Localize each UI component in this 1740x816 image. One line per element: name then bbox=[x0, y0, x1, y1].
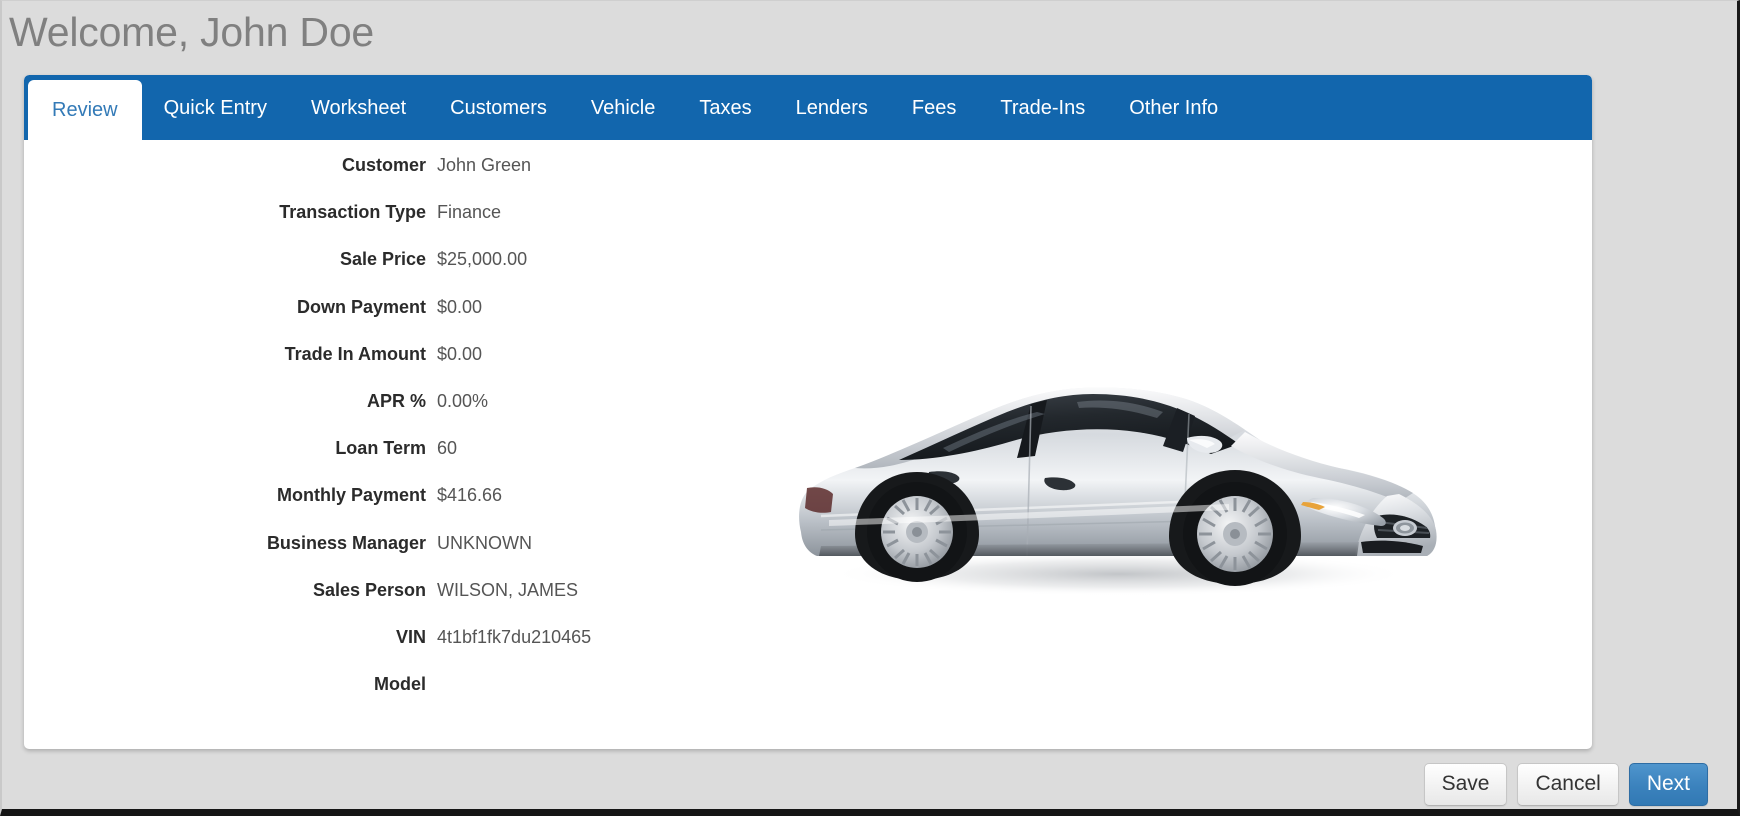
detail-label: Trade In Amount bbox=[284, 343, 426, 364]
detail-value: 4t1bf1fk7du210465 bbox=[437, 626, 592, 647]
review-detail-list: Customer John Green Transaction Type Financ… bbox=[24, 140, 1592, 706]
cancel-button[interactable]: Cancel bbox=[1517, 763, 1619, 806]
detail-row: Customer John Green bbox=[24, 140, 1592, 187]
detail-label: Sales Person bbox=[312, 579, 426, 600]
detail-value: 0.00% bbox=[437, 390, 489, 411]
detail-value: $0.00 bbox=[437, 343, 483, 364]
detail-value: UNKNOWN bbox=[437, 532, 532, 553]
detail-label: Down Payment bbox=[296, 296, 426, 317]
tab-customers[interactable]: Customers bbox=[428, 75, 569, 140]
tab-fees[interactable]: Fees bbox=[890, 75, 978, 140]
tab-quick-entry[interactable]: Quick Entry bbox=[142, 75, 289, 140]
detail-row: VIN 4t1bf1fk7du210465 bbox=[24, 612, 1592, 659]
tab-taxes[interactable]: Taxes bbox=[677, 75, 773, 140]
detail-row: Trade In Amount $0.00 bbox=[24, 329, 1592, 376]
footer-button-bar: Save Cancel Next bbox=[1423, 763, 1708, 806]
application-window: Welcome, John Doe Review Quick Entry Works… bbox=[0, 0, 1740, 816]
detail-value: $25,000.00 bbox=[437, 249, 528, 270]
tab-worksheet[interactable]: Worksheet bbox=[289, 75, 428, 140]
next-button[interactable]: Next bbox=[1628, 763, 1708, 806]
detail-row: Business Manager UNKNOWN bbox=[24, 518, 1592, 565]
detail-label: Business Manager bbox=[266, 532, 426, 553]
detail-row: Sales Person WILSON, JAMES bbox=[24, 565, 1592, 612]
detail-value: $416.66 bbox=[437, 485, 503, 506]
detail-value: Finance bbox=[437, 202, 502, 223]
tab-lenders[interactable]: Lenders bbox=[774, 75, 890, 140]
detail-label: APR % bbox=[366, 390, 426, 411]
detail-label: Monthly Payment bbox=[276, 485, 426, 506]
detail-label: Customer bbox=[341, 155, 426, 175]
tab-trade-ins[interactable]: Trade-Ins bbox=[978, 75, 1107, 140]
tab-other-info[interactable]: Other Info bbox=[1107, 75, 1240, 140]
detail-value bbox=[426, 659, 437, 673]
detail-row: Sale Price $25,000.00 bbox=[24, 234, 1592, 281]
detail-row: Monthly Payment $416.66 bbox=[24, 470, 1592, 517]
page-title: Welcome, John Doe bbox=[9, 9, 375, 55]
detail-row: Transaction Type Finance bbox=[24, 187, 1592, 234]
detail-value: $0.00 bbox=[437, 296, 483, 317]
detail-value: John Green bbox=[437, 155, 532, 175]
detail-label: Transaction Type bbox=[279, 202, 426, 223]
save-button[interactable]: Save bbox=[1423, 763, 1508, 806]
detail-row: Down Payment $0.00 bbox=[24, 282, 1592, 329]
detail-value: 60 bbox=[437, 438, 458, 459]
detail-label: VIN bbox=[395, 626, 426, 647]
detail-label: Sale Price bbox=[339, 249, 426, 270]
detail-label: Loan Term bbox=[335, 438, 426, 459]
detail-label: Model bbox=[374, 674, 426, 695]
detail-row: Model bbox=[24, 659, 1592, 706]
tab-vehicle[interactable]: Vehicle bbox=[569, 75, 678, 140]
detail-value: WILSON, JAMES bbox=[437, 579, 579, 600]
review-panel: Review Quick Entry Worksheet Customers Vehic… bbox=[24, 75, 1592, 749]
tab-review[interactable]: Review bbox=[28, 80, 142, 140]
detail-row: APR % 0.00% bbox=[24, 376, 1592, 423]
detail-row: Loan Term 60 bbox=[24, 423, 1592, 470]
tab-bar: Review Quick Entry Worksheet Customers Vehic… bbox=[24, 75, 1592, 140]
